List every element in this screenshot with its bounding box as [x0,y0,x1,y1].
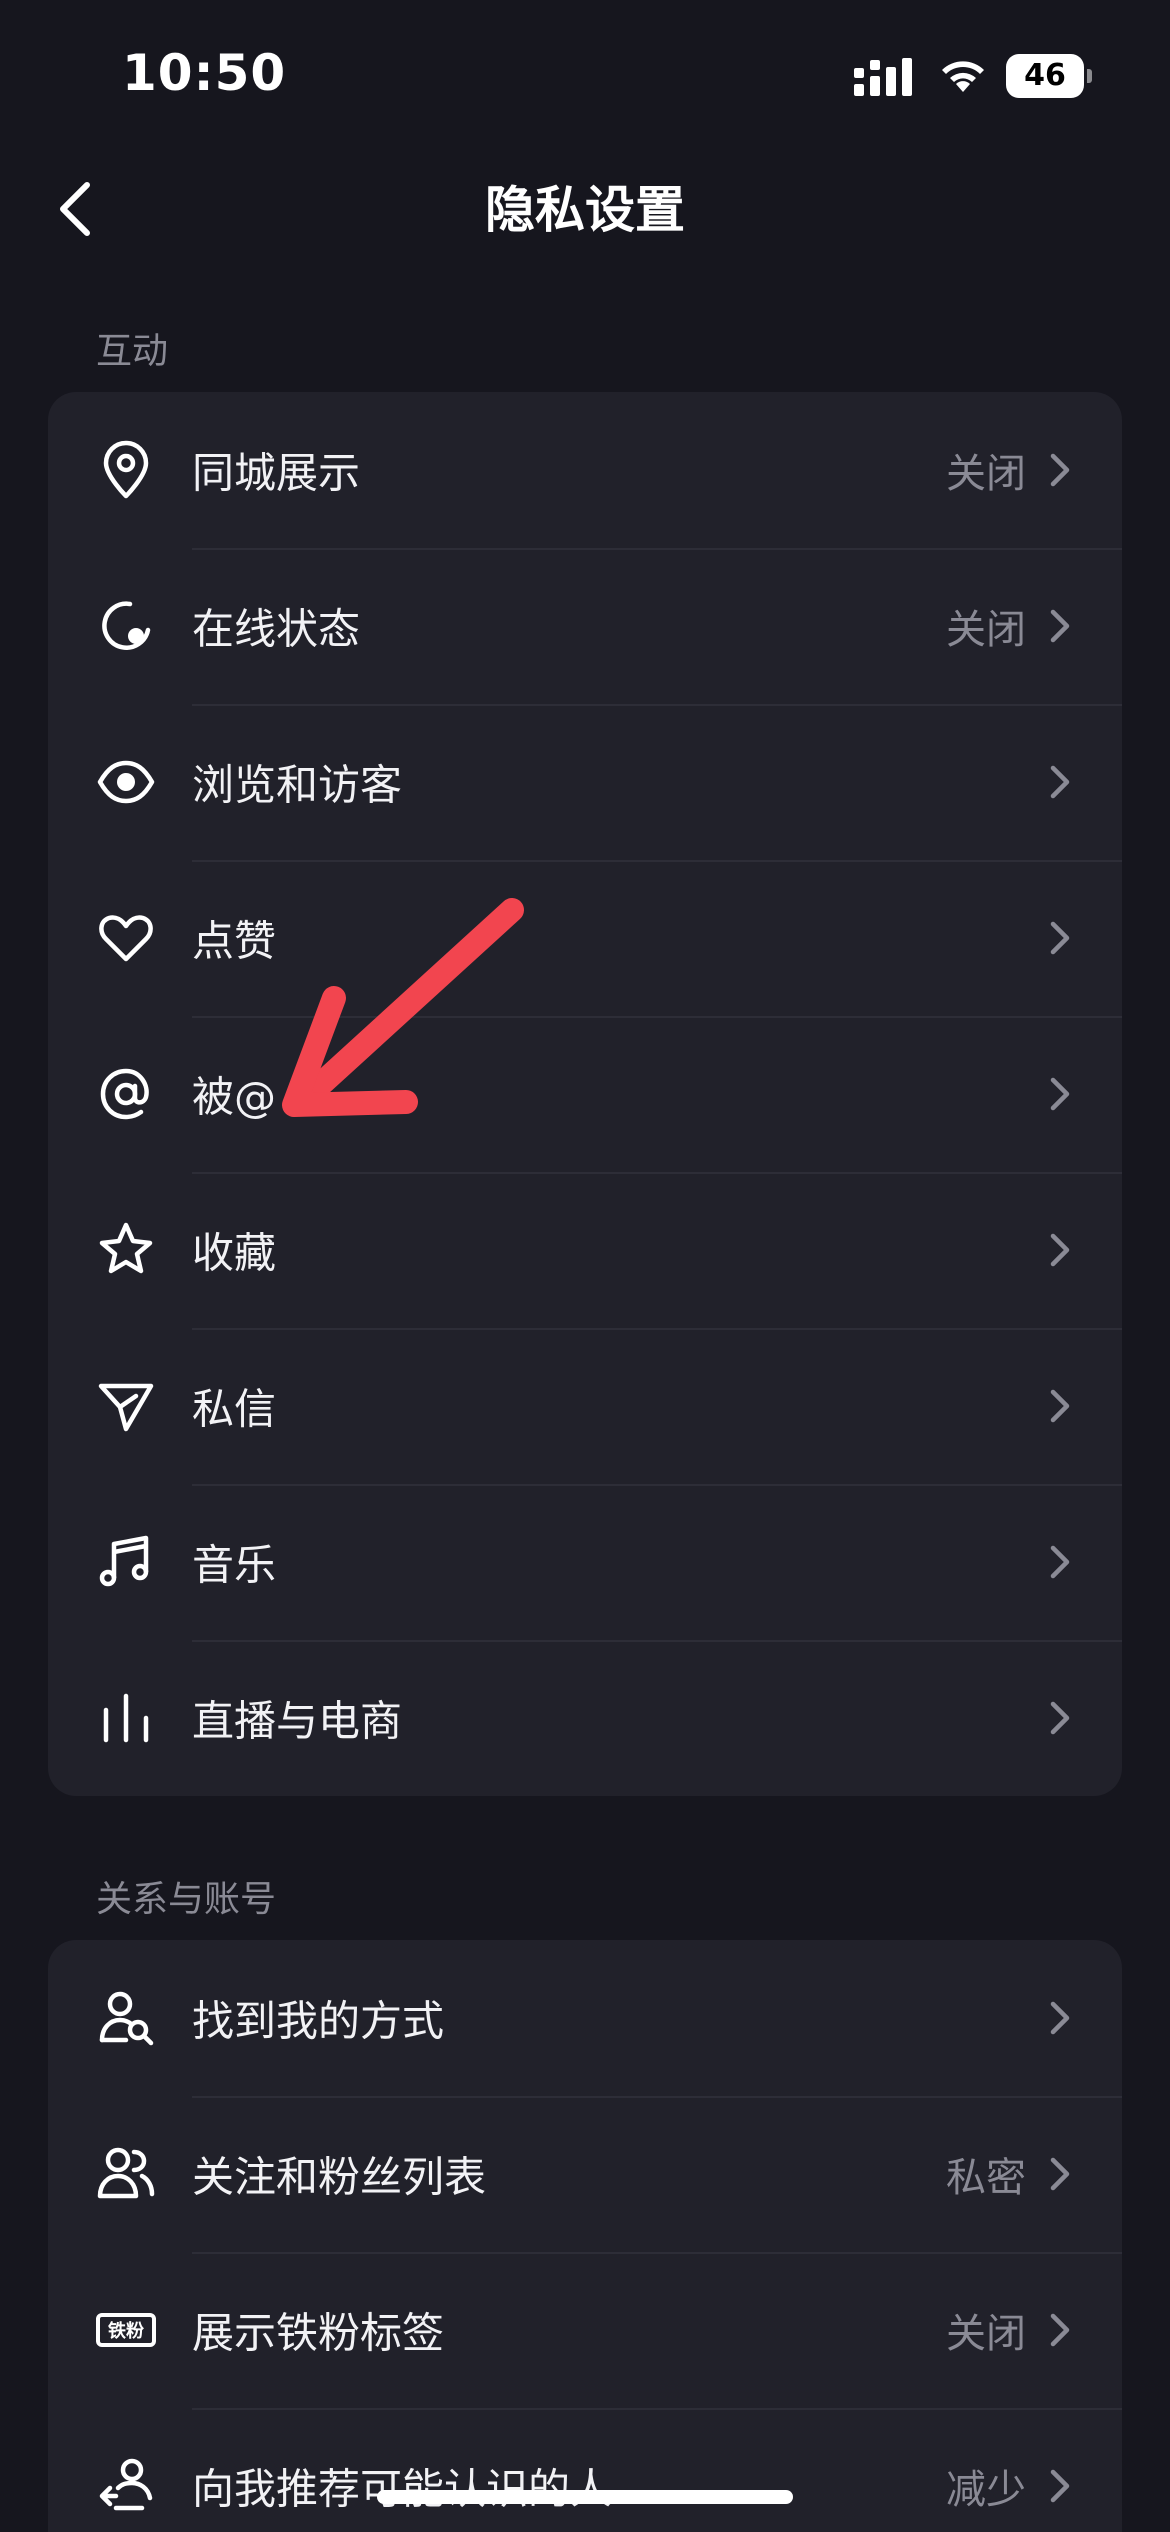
users-icon [96,2144,156,2204]
chevron-right-icon [1050,2313,1070,2347]
chevron-right-icon [1050,453,1070,487]
live-bars-icon [96,1688,156,1748]
settings-row-label: 关注和粉丝列表 [192,2152,487,2202]
chevron-right-icon [1050,765,1070,799]
page-title: 隐私设置 [485,181,685,239]
relationship-settings-card: 找到我的方式 关注和粉丝列表 私密 铁粉 展示铁粉标签 关闭 向我推荐可能认识的… [48,1940,1122,2532]
settings-row-value: 关闭 [946,451,1026,497]
settings-row-label: 音乐 [192,1540,277,1590]
settings-row-iron-fan-badge[interactable]: 铁粉 展示铁粉标签 关闭 [48,2252,1122,2408]
settings-row-likes[interactable]: 点赞 [48,860,1122,1016]
back-button[interactable] [40,174,110,244]
settings-row-label: 私信 [192,1384,277,1434]
settings-row-value: 私密 [946,2155,1026,2201]
settings-row-recommend-people[interactable]: 向我推荐可能认识的人 减少 [48,2408,1122,2532]
settings-row-favorites[interactable]: 收藏 [48,1172,1122,1328]
wifi-icon [942,61,984,92]
settings-row-value: 关闭 [946,2311,1026,2357]
settings-row-direct-messages[interactable]: 私信 [48,1328,1122,1484]
online-status-icon [96,596,156,656]
settings-row-mentions[interactable]: 被@ [48,1016,1122,1172]
settings-row-label: 浏览和访客 [192,760,403,810]
settings-row-live-commerce[interactable]: 直播与电商 [48,1640,1122,1796]
settings-row-label: 展示铁粉标签 [192,2308,445,2358]
chevron-right-icon [1050,2157,1070,2191]
music-note-icon [96,1532,156,1592]
chevron-right-icon [1050,2469,1070,2503]
chevron-right-icon [1050,921,1070,955]
battery-icon: 46 [1006,54,1092,98]
settings-row-label: 直播与电商 [192,1696,403,1746]
at-sign-icon [96,1064,156,1124]
chevron-right-icon [1050,2001,1070,2035]
settings-row-value: 关闭 [946,607,1026,653]
settings-row-follow-list[interactable]: 关注和粉丝列表 私密 [48,2096,1122,2252]
location-pin-icon [96,440,156,500]
battery-level: 46 [1024,58,1066,93]
iron-fan-badge-text: 铁粉 [108,2320,144,2342]
send-icon [96,1376,156,1436]
chevron-right-icon [1050,1389,1070,1423]
recommend-user-icon [96,2456,156,2516]
chevron-left-icon [60,182,90,236]
settings-row-label: 在线状态 [192,604,361,654]
chevron-right-icon [1050,1077,1070,1111]
heart-icon [96,908,156,968]
interaction-settings-card: 同城展示 关闭 在线状态 关闭 浏览和访客 点赞 被@ 收藏 私信 音乐 直播与… [48,392,1122,1796]
chevron-right-icon [1050,1545,1070,1579]
star-icon [96,1220,156,1280]
find-user-icon [96,1988,156,2048]
privacy-settings-screen: 10:50 46 隐私设置 互动 同城展示 关闭 在线状态 关闭 浏览和访客 点… [0,0,1170,2532]
settings-row-label: 被@ [192,1072,277,1122]
home-indicator[interactable] [377,2490,793,2504]
eye-icon [96,752,156,812]
settings-row-views-visitors[interactable]: 浏览和访客 [48,704,1122,860]
nav-bar: 隐私设置 [0,160,1170,260]
settings-row-label: 向我推荐可能认识的人 [192,2464,613,2514]
settings-row-nearby-display[interactable]: 同城展示 关闭 [48,392,1122,548]
chevron-right-icon [1050,609,1070,643]
iron-fan-badge-icon: 铁粉 [96,2300,156,2360]
settings-row-music[interactable]: 音乐 [48,1484,1122,1640]
settings-row-label: 找到我的方式 [192,1996,445,2046]
chevron-right-icon [1050,1701,1070,1735]
status-time: 10:50 [122,44,287,102]
settings-row-online-status[interactable]: 在线状态 关闭 [48,548,1122,704]
settings-row-label: 收藏 [192,1228,277,1278]
section-label-interaction: 互动 [96,331,169,372]
section-label-relationships: 关系与账号 [96,1879,277,1920]
chevron-right-icon [1050,1233,1070,1267]
settings-row-find-me[interactable]: 找到我的方式 [48,1940,1122,2096]
cellular-signal-icon [854,58,912,96]
status-bar: 10:50 46 [0,0,1170,150]
settings-row-value: 减少 [946,2467,1026,2513]
settings-row-label: 点赞 [192,916,277,966]
settings-row-label: 同城展示 [192,448,361,498]
